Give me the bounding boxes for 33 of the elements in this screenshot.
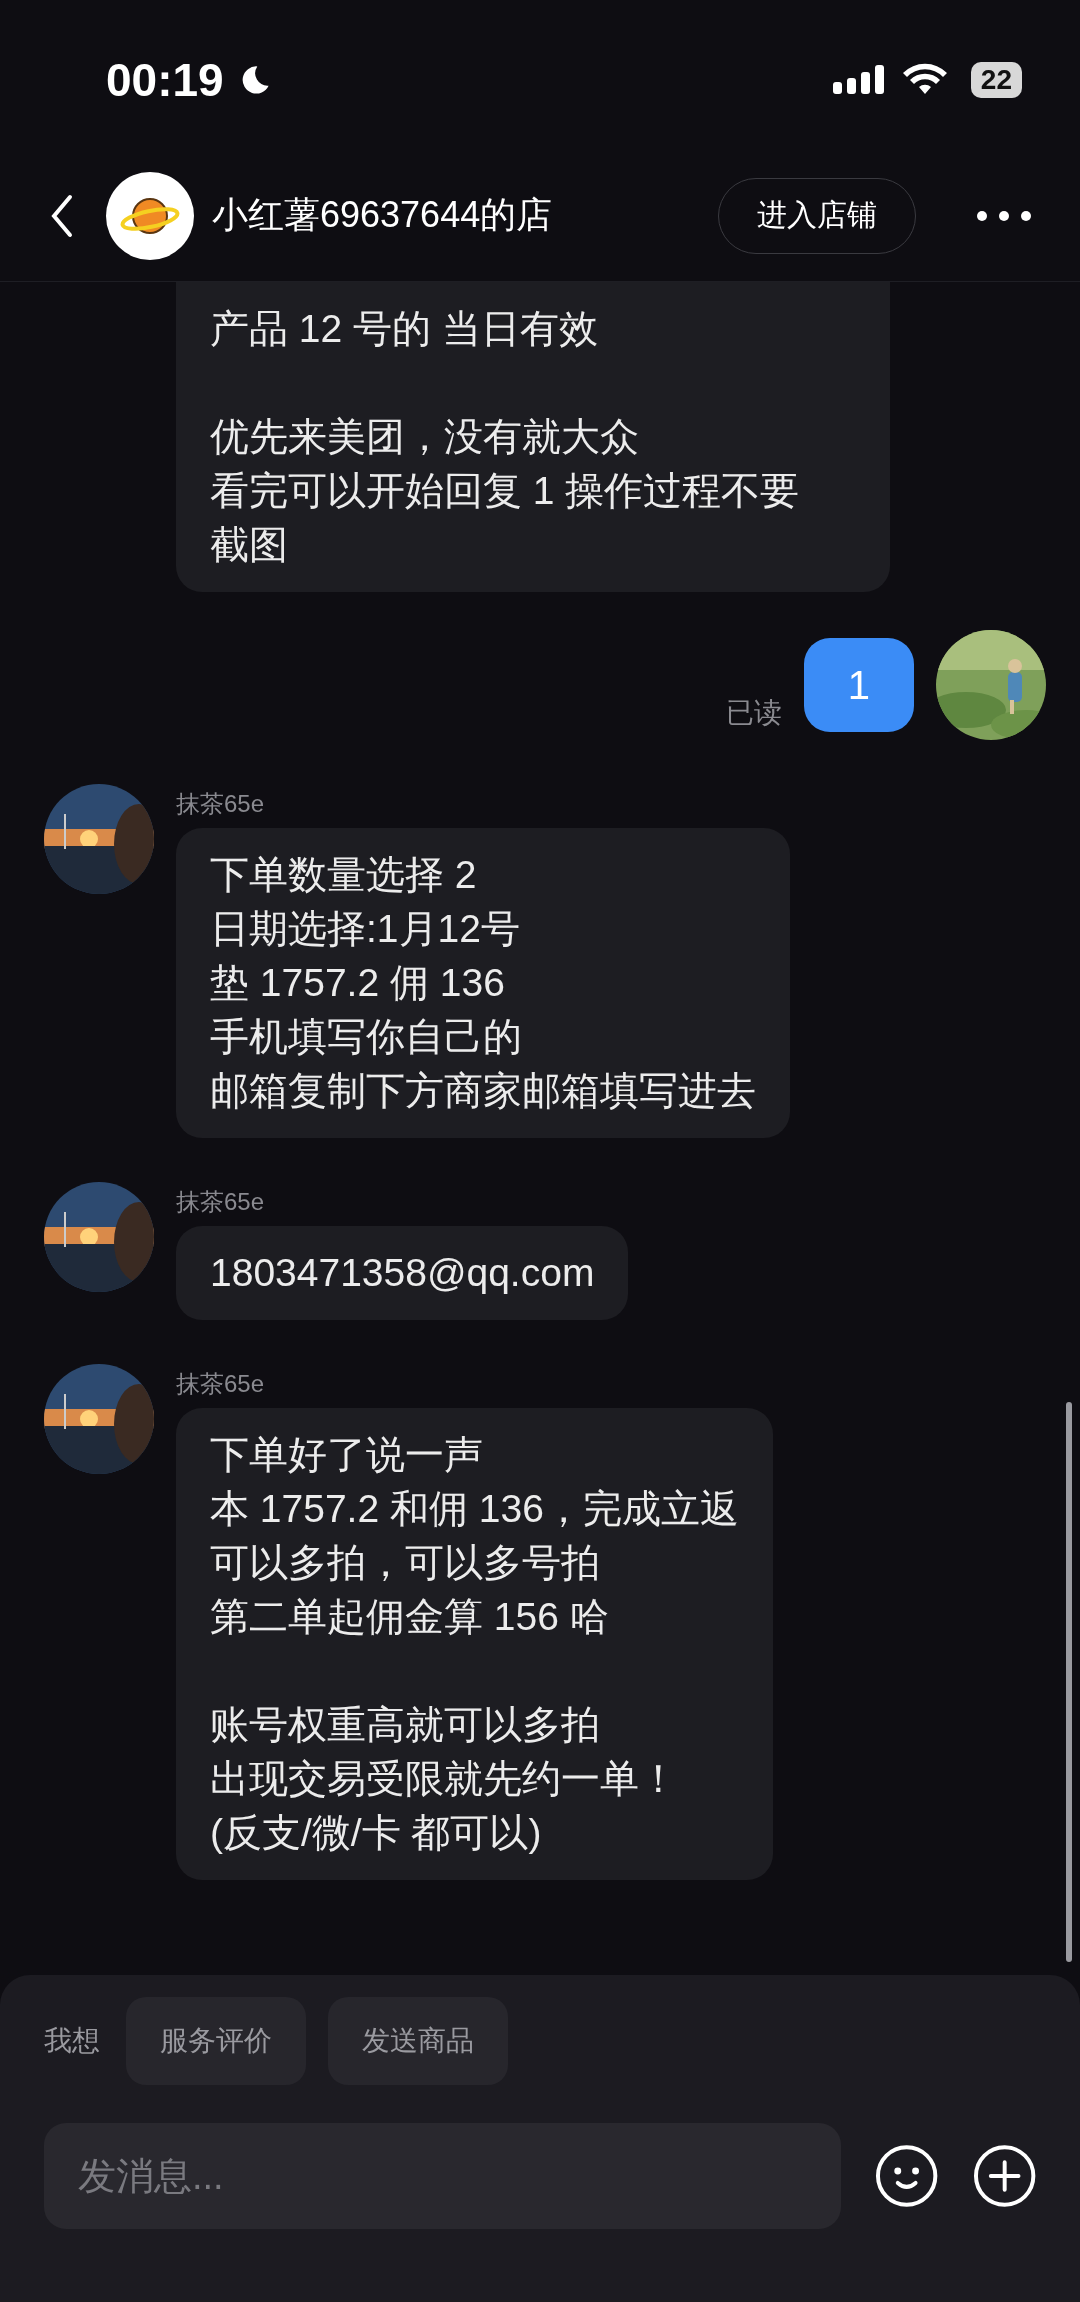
sender-name: 抹茶65e (176, 789, 266, 819)
message-line: 下单好了说一声 (210, 1432, 483, 1478)
message-line: 可以多拍，可以多号拍 (210, 1540, 600, 1586)
message-input[interactable]: 发消息... (44, 2123, 842, 2229)
sender-name: 抹茶65e (176, 1187, 266, 1217)
message-line: 优先来美团，没有就大众 (210, 414, 639, 460)
message-line: 产品 12 号的 当日有效 (210, 306, 598, 352)
message-line: 本 1757.2 和佣 136，完成立返 (210, 1486, 739, 1532)
prompt-label: 我想 (44, 2024, 100, 2058)
scrollbar[interactable] (1066, 1402, 1072, 1962)
status-time: 00:19 (106, 53, 224, 107)
message-line: 垫 1757.2 佣 136 (210, 960, 505, 1006)
sender-name: 抹茶65e (176, 1369, 266, 1399)
message-line: (反支/微/卡 都可以) (210, 1810, 542, 1856)
quick-action-button[interactable]: 服务评价 (126, 1997, 306, 2085)
message-line: 下单数量选择 2 (210, 852, 477, 898)
message-line: 1803471358@qq.com (210, 1250, 595, 1296)
quick-action-button[interactable]: 发送商品 (328, 1997, 508, 2085)
message-line: 手机填写你自己的 (210, 1014, 522, 1060)
message-line: 看完可以开始回复 1 操作过程不要截图 (210, 468, 801, 568)
add-icon[interactable] (972, 2144, 1036, 2208)
back-icon[interactable] (50, 193, 74, 238)
message-line: 邮箱复制下方商家邮箱填写进去 (210, 1068, 756, 1114)
emoji-icon[interactable] (875, 2144, 939, 2208)
chat-title: 小红薯69637644的店 (212, 193, 553, 237)
message-line: 出现交易受限就先约一单！ (210, 1756, 678, 1802)
more-icon[interactable] (976, 209, 1032, 222)
sent-message: 1 (803, 638, 914, 732)
message-line: 日期选择:1月12号 (210, 906, 520, 952)
read-status: 已读 (725, 696, 782, 730)
message-line: 账号权重高就可以多拍 (210, 1702, 600, 1748)
battery-indicator: 22 (970, 62, 1022, 98)
message-line: 第二单起佣金算 156 哈 (210, 1594, 609, 1640)
